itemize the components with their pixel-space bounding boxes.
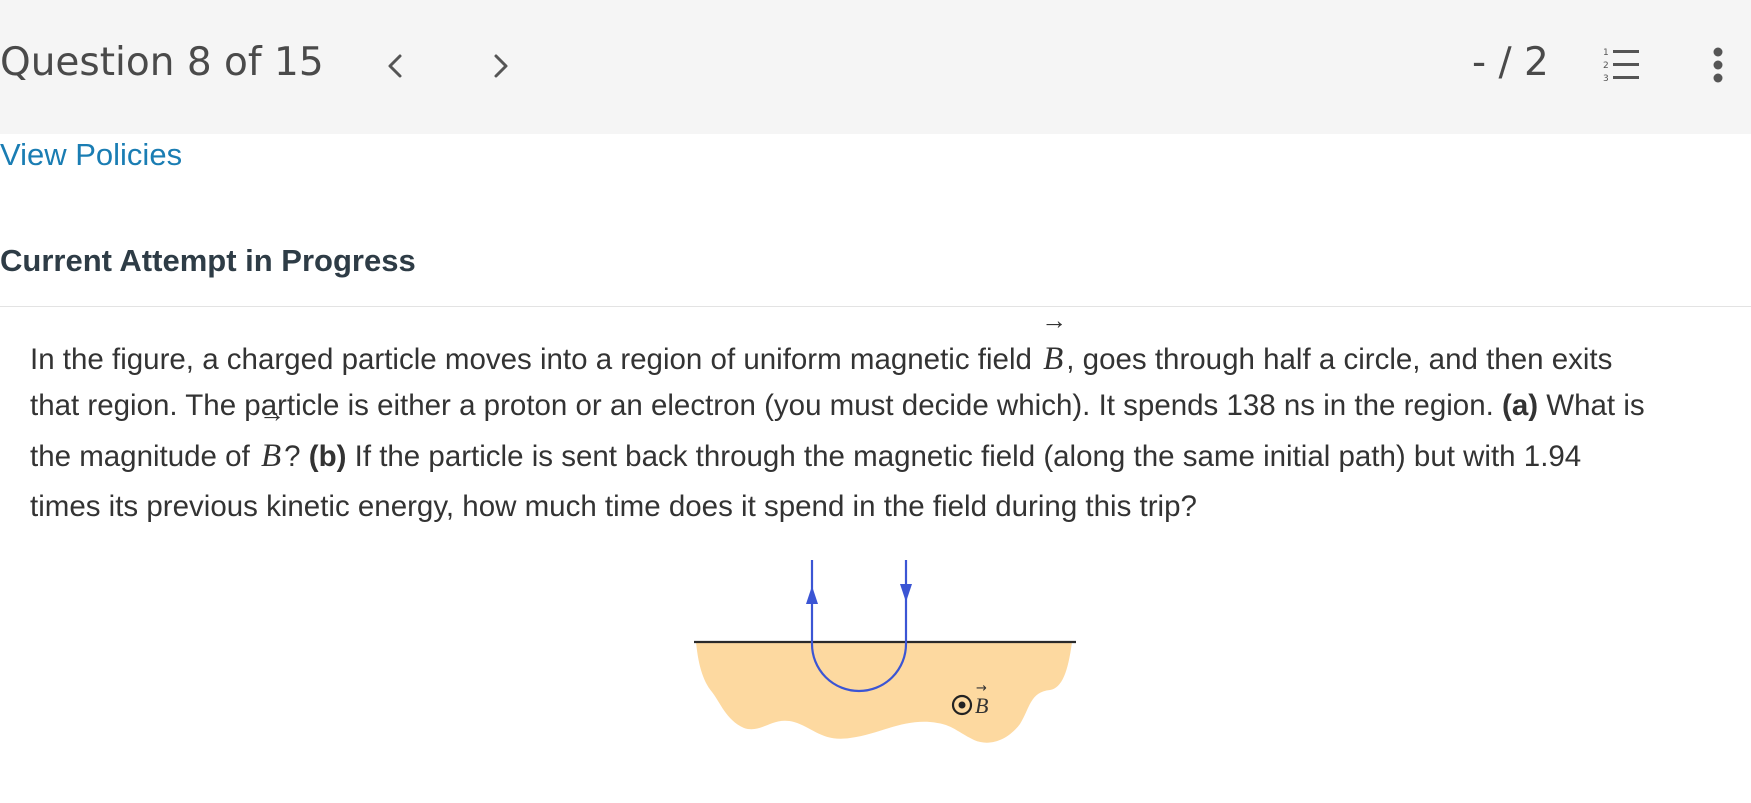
question-text: In the figure, a charged particle moves … [30,306,1746,530]
field-region [696,642,1072,743]
question-list-button[interactable]: 1 2 3 [1601,45,1643,85]
section-divider [0,306,1751,307]
path-arrow-down [900,584,912,602]
next-question-button[interactable] [486,44,516,88]
field-label: B [975,693,988,718]
numbered-list-icon: 1 2 3 [1603,48,1639,84]
previous-question-button[interactable] [380,44,410,88]
part-a-label: (a) [1502,389,1539,422]
more-options-button[interactable] [1706,43,1730,87]
svg-text:2: 2 [1603,61,1609,71]
question-header: Question 8 of 15 - / 2 1 2 3 [0,0,1751,134]
attempt-heading: Current Attempt in Progress [0,243,416,278]
field-diagram: B → [694,560,1076,743]
magnetic-field-figure: B → [690,552,1080,762]
question-line-1: In the figure, a charged particle moves … [30,306,1746,383]
question-line-2: that region. The particle is either a pr… [30,389,1645,422]
vector-b: → B [1041,306,1068,378]
question-counter: Question 8 of 15 [0,40,324,85]
question-score: - / 2 [1472,40,1549,85]
path-arrow-up [806,586,818,604]
question-line-3: the magnitude of → B? (b) If the particle… [30,399,1746,484]
vertical-dots-icon [1713,47,1723,83]
svg-text:1: 1 [1603,48,1609,58]
svg-text:3: 3 [1603,74,1609,84]
part-b-label: (b) [308,440,347,473]
question-line-4: times its previous kinetic energy, how m… [30,490,1197,523]
vector-b: → B [258,399,285,475]
view-policies-link[interactable]: View Policies [0,137,182,173]
chevron-right-icon [494,54,508,78]
svg-text:→: → [976,681,987,696]
chevron-left-icon [388,54,402,78]
